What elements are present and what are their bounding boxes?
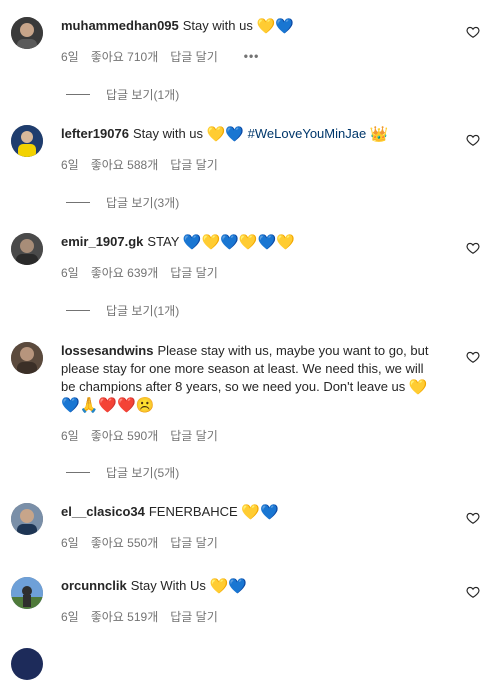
comment-age[interactable]: 6일 bbox=[61, 48, 79, 65]
heart-outline-icon[interactable] bbox=[466, 133, 480, 147]
comment-body: orcunnclik Stay With Us 💛💙 6일 좋아요 519개 답글… bbox=[61, 577, 441, 624]
avatar[interactable] bbox=[11, 577, 43, 609]
view-replies-label[interactable]: 답글 보기(1개) bbox=[106, 302, 179, 319]
emoji: 👑 bbox=[369, 125, 389, 143]
avatar[interactable] bbox=[11, 342, 43, 374]
emoji: 💛💙 bbox=[256, 17, 294, 35]
more-options-icon[interactable]: ••• bbox=[244, 49, 260, 63]
comment-content: Stay With Us bbox=[130, 578, 206, 593]
comment-meta: 6일 좋아요 639개 답글 달기 bbox=[61, 264, 441, 280]
emoji: 💛💙 bbox=[209, 577, 247, 595]
heart-outline-icon[interactable] bbox=[466, 241, 480, 255]
comment-age[interactable]: 6일 bbox=[61, 427, 79, 444]
heart-outline-icon[interactable] bbox=[466, 511, 480, 525]
like-count[interactable]: 좋아요 519개 bbox=[91, 608, 159, 625]
view-replies-label[interactable]: 답글 보기(1개) bbox=[106, 86, 179, 103]
reply-button[interactable]: 답글 달기 bbox=[170, 534, 218, 551]
reply-button[interactable]: 답글 달기 bbox=[170, 427, 218, 444]
heart-outline-icon[interactable] bbox=[466, 25, 480, 39]
view-replies-button[interactable]: 답글 보기(1개) bbox=[66, 86, 179, 103]
comment-age[interactable]: 6일 bbox=[61, 534, 79, 551]
comment-content: Stay with us bbox=[182, 18, 253, 33]
like-count[interactable]: 좋아요 550개 bbox=[91, 534, 159, 551]
replies-divider bbox=[66, 472, 90, 473]
comment-body: muhammedhan095 Stay with us 💛💙 6일 좋아요 710… bbox=[61, 17, 441, 64]
comment-age[interactable]: 6일 bbox=[61, 608, 79, 625]
comment-text: orcunnclik Stay With Us 💛💙 bbox=[61, 577, 441, 595]
comment-text: muhammedhan095 Stay with us 💛💙 bbox=[61, 17, 441, 35]
like-count[interactable]: 좋아요 590개 bbox=[91, 427, 159, 444]
view-replies-label[interactable]: 답글 보기(3개) bbox=[106, 194, 179, 211]
view-replies-button[interactable]: 답글 보기(3개) bbox=[66, 194, 179, 211]
replies-divider bbox=[66, 94, 90, 95]
comment-body: lefter19076 Stay with us 💛💙 #WeLoveYouMin… bbox=[61, 125, 441, 172]
comment-text: el__clasico34 FENERBAHCE 💛💙 bbox=[61, 503, 441, 521]
view-replies-button[interactable]: 답글 보기(1개) bbox=[66, 302, 179, 319]
username[interactable]: el__clasico34 bbox=[61, 504, 145, 519]
emoji: 💛💙 bbox=[241, 503, 279, 521]
username[interactable]: emir_1907.gk bbox=[61, 234, 143, 249]
view-replies-button[interactable]: 답글 보기(5개) bbox=[66, 464, 179, 481]
emoji: 💛💙 bbox=[206, 125, 245, 143]
heart-outline-icon[interactable] bbox=[466, 585, 480, 599]
comment-body: emir_1907.gk STAY 💙💛💙💛💙💛 6일 좋아요 639개 답글 달… bbox=[61, 233, 441, 280]
comment-text: emir_1907.gk STAY 💙💛💙💛💙💛 bbox=[61, 233, 441, 251]
comment-content: STAY bbox=[147, 234, 180, 249]
avatar[interactable] bbox=[11, 125, 43, 157]
comment-body: el__clasico34 FENERBAHCE 💛💙 6일 좋아요 550개 답… bbox=[61, 503, 441, 550]
comment-age[interactable]: 6일 bbox=[61, 156, 79, 173]
comment-meta: 6일 좋아요 590개 답글 달기 bbox=[61, 427, 441, 443]
like-count[interactable]: 좋아요 639개 bbox=[91, 264, 159, 281]
replies-divider bbox=[66, 310, 90, 311]
comment-text: lefter19076 Stay with us 💛💙 #WeLoveYouMin… bbox=[61, 125, 441, 143]
comment-meta: 6일 좋아요 519개 답글 달기 bbox=[61, 608, 441, 624]
comment-meta: 6일 좋아요 588개 답글 달기 bbox=[61, 156, 441, 172]
avatar[interactable] bbox=[11, 17, 43, 49]
comment-meta: 6일 좋아요 550개 답글 달기 bbox=[61, 534, 441, 550]
avatar[interactable] bbox=[11, 648, 43, 680]
comment-content: FENERBAHCE bbox=[148, 504, 238, 519]
heart-outline-icon[interactable] bbox=[466, 350, 480, 364]
like-count[interactable]: 좋아요 588개 bbox=[91, 156, 159, 173]
avatar[interactable] bbox=[11, 233, 43, 265]
username[interactable]: lossesandwins bbox=[61, 343, 153, 358]
comment-age[interactable]: 6일 bbox=[61, 264, 79, 281]
avatar[interactable] bbox=[11, 503, 43, 535]
reply-button[interactable]: 답글 달기 bbox=[170, 608, 218, 625]
username[interactable]: lefter19076 bbox=[61, 126, 129, 141]
replies-divider bbox=[66, 202, 90, 203]
username[interactable]: orcunnclik bbox=[61, 578, 127, 593]
comment-content: Stay with us bbox=[132, 126, 204, 141]
view-replies-label[interactable]: 답글 보기(5개) bbox=[106, 464, 179, 481]
emoji: 💙💛💙💛💙💛 bbox=[182, 233, 295, 251]
reply-button[interactable]: 답글 달기 bbox=[170, 48, 218, 65]
like-count[interactable]: 좋아요 710개 bbox=[91, 48, 159, 65]
comment-body: lossesandwins Please stay with us, maybe … bbox=[61, 342, 441, 443]
hashtag-link[interactable]: #WeLoveYouMinJae bbox=[248, 126, 367, 141]
comment-text: lossesandwins Please stay with us, maybe … bbox=[61, 342, 441, 414]
reply-button[interactable]: 답글 달기 bbox=[170, 156, 218, 173]
username[interactable]: muhammedhan095 bbox=[61, 18, 179, 33]
reply-button[interactable]: 답글 달기 bbox=[170, 264, 218, 281]
comment-meta: 6일 좋아요 710개 답글 달기 ••• bbox=[61, 48, 441, 64]
